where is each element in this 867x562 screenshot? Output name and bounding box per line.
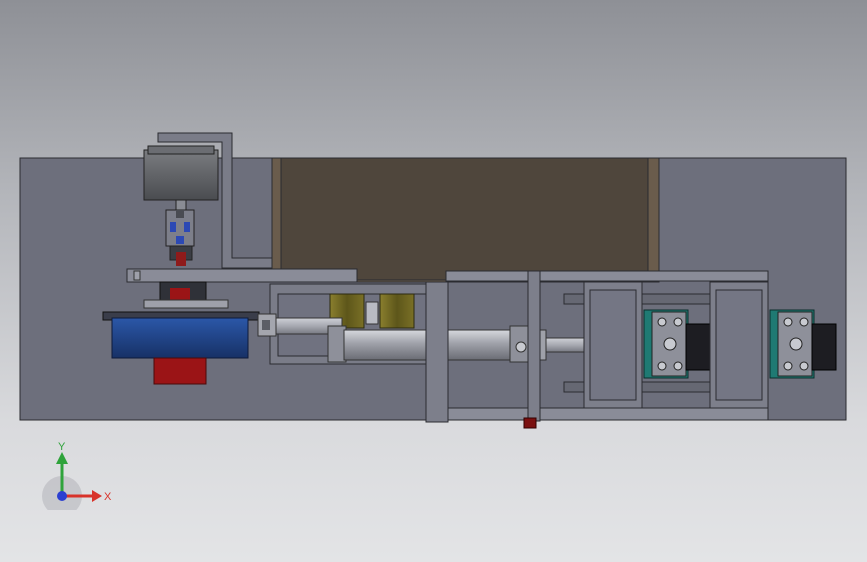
bearing-hole-1e[interactable] bbox=[673, 361, 683, 371]
coupling-insert-bottom[interactable] bbox=[176, 236, 184, 244]
stepper-motor-cap[interactable] bbox=[147, 145, 215, 155]
bearing-hole-1b[interactable] bbox=[673, 317, 683, 327]
bearing-hole-2c[interactable] bbox=[789, 337, 803, 351]
triad-y-label: Y bbox=[58, 441, 66, 453]
bearing-hole-2e[interactable] bbox=[799, 361, 809, 371]
slide-block-2-inner[interactable] bbox=[715, 289, 763, 401]
spring-block-clip[interactable] bbox=[365, 301, 379, 325]
rod-end-knob[interactable] bbox=[262, 320, 270, 330]
cylinder-port[interactable] bbox=[515, 341, 527, 353]
triad-x-label: X bbox=[104, 491, 112, 503]
carriage-left-plate[interactable] bbox=[425, 281, 449, 423]
triad-y-arrow bbox=[56, 452, 68, 464]
clamp-block-1[interactable] bbox=[685, 323, 711, 371]
slide-block-1-inner[interactable] bbox=[589, 289, 637, 401]
coupling-insert-top[interactable] bbox=[170, 222, 176, 232]
coupling-screw[interactable] bbox=[176, 210, 184, 218]
triad-z-axis bbox=[57, 491, 67, 501]
bearing-hole-1c[interactable] bbox=[663, 337, 677, 351]
triad-x-arrow bbox=[92, 490, 102, 502]
cylinder-endcap-left[interactable] bbox=[327, 325, 347, 363]
rotary-table-blue[interactable] bbox=[111, 317, 249, 359]
rotary-disc-top[interactable] bbox=[143, 299, 229, 309]
rotary-base-red[interactable] bbox=[153, 357, 207, 385]
clamp-block-2[interactable] bbox=[811, 323, 837, 371]
carriage-top-rail[interactable] bbox=[445, 270, 769, 282]
back-panel[interactable] bbox=[280, 157, 649, 281]
bearing-hole-2b[interactable] bbox=[799, 317, 809, 327]
coupling-lower-shaft-red[interactable] bbox=[176, 252, 186, 266]
coupling-insert-top-2[interactable] bbox=[184, 222, 190, 232]
limit-stop[interactable] bbox=[523, 417, 537, 429]
plate-bolt-left[interactable] bbox=[133, 270, 141, 281]
rotary-hub-red[interactable] bbox=[170, 288, 190, 300]
bearing-hole-2a[interactable] bbox=[783, 317, 793, 327]
axis-triad: Y X bbox=[42, 441, 112, 510]
mounting-plate[interactable] bbox=[126, 268, 358, 283]
carriage-bottom-rail[interactable] bbox=[445, 407, 769, 421]
bearing-hole-1a[interactable] bbox=[657, 317, 667, 327]
carriage-vertical-post[interactable] bbox=[527, 270, 541, 422]
stepper-motor[interactable] bbox=[143, 149, 219, 201]
assembly-model[interactable] bbox=[0, 0, 867, 562]
spring-block-right[interactable] bbox=[379, 293, 415, 329]
bearing-hole-1d[interactable] bbox=[657, 361, 667, 371]
bearing-hole-2d[interactable] bbox=[783, 361, 793, 371]
cad-viewport[interactable]: Y X bbox=[0, 0, 867, 562]
